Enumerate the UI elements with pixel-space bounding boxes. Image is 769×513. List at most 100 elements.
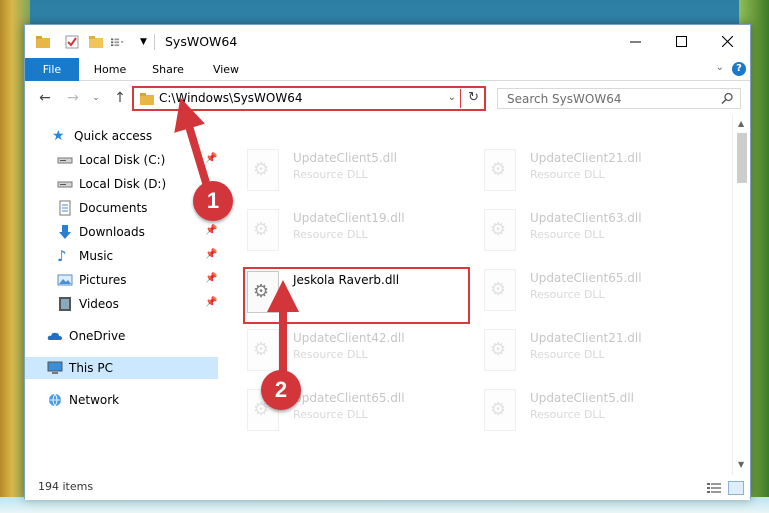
sidebar-item-label: Downloads bbox=[79, 225, 145, 239]
file-item[interactable]: ⚙ UpdateClient5.dll Resource DLL bbox=[456, 385, 686, 435]
file-name: UpdateClient42.dll bbox=[293, 331, 405, 345]
file-type: Resource DLL bbox=[530, 228, 605, 241]
pin-icon[interactable]: 📌 bbox=[205, 153, 217, 164]
window-title: SysWOW64 bbox=[165, 34, 238, 49]
sidebar-item-label: Local Disk (D:) bbox=[79, 177, 167, 191]
file-name: UpdateClient63.dll bbox=[530, 211, 642, 225]
refresh-icon[interactable]: ↻ bbox=[468, 90, 479, 105]
dll-file-icon: ⚙ bbox=[247, 329, 279, 371]
dll-file-icon: ⚙ bbox=[247, 209, 279, 251]
title-bar: ▼ SysWOW64 bbox=[25, 25, 750, 58]
details-view-icon[interactable] bbox=[706, 481, 722, 495]
sidebar-item-label: Local Disk (C:) bbox=[79, 153, 166, 167]
pin-icon[interactable]: 📌 bbox=[205, 249, 217, 260]
file-item[interactable]: ⚙ UpdateClient65.dll Resource DLL bbox=[456, 265, 686, 315]
music-icon: ♪ bbox=[57, 247, 67, 265]
file-name: UpdateClient21.dll bbox=[530, 151, 642, 165]
sidebar-item-this-pc[interactable]: This PC bbox=[25, 357, 218, 379]
address-bar[interactable]: C:\Windows\SysWOW64 ⌄ ↻ bbox=[132, 86, 486, 111]
videos-icon bbox=[57, 296, 73, 312]
file-item[interactable]: ⚙ UpdateClient5.dll Resource DLL bbox=[219, 145, 449, 195]
computer-icon bbox=[47, 360, 63, 376]
navigation-bar: ← → ⌄ ↑ C:\Windows\SysWOW64 ⌄ ↻ Search S… bbox=[25, 81, 750, 115]
sidebar-item-pictures[interactable]: Pictures 📌 bbox=[57, 269, 217, 291]
maximize-icon bbox=[675, 36, 687, 47]
sidebar-item-label: Videos bbox=[79, 297, 119, 311]
close-button[interactable] bbox=[704, 25, 750, 58]
file-type: Resource DLL bbox=[530, 408, 605, 421]
scroll-down-icon[interactable]: ▼ bbox=[738, 460, 744, 469]
minimize-button[interactable] bbox=[612, 25, 658, 58]
minimize-icon bbox=[629, 41, 641, 43]
scroll-thumb[interactable] bbox=[737, 133, 747, 183]
navigation-pane: ★ Quick access Local Disk (C:) 📌 Local D… bbox=[25, 115, 219, 475]
address-dropdown-icon[interactable]: ⌄ bbox=[448, 92, 456, 103]
sidebar-item-local-disk-c[interactable]: Local Disk (C:) 📌 bbox=[57, 149, 217, 171]
pin-icon[interactable]: 📌 bbox=[205, 297, 217, 308]
scroll-up-icon[interactable]: ▲ bbox=[738, 119, 744, 128]
item-count: 194 items bbox=[38, 480, 94, 493]
search-box[interactable]: Search SysWOW64 bbox=[497, 88, 741, 109]
sidebar-item-quick-access[interactable]: ★ Quick access bbox=[52, 125, 152, 147]
file-item[interactable]: ⚙ UpdateClient19.dll Resource DLL bbox=[219, 205, 449, 255]
file-name: UpdateClient19.dll bbox=[293, 211, 405, 225]
drive-icon bbox=[57, 152, 73, 168]
sidebar-item-label: Music bbox=[79, 249, 114, 263]
back-arrow-icon[interactable]: ← bbox=[35, 89, 55, 107]
file-type: Resource DLL bbox=[530, 348, 605, 361]
help-icon[interactable]: ? bbox=[732, 62, 746, 76]
sidebar-item-downloads[interactable]: Downloads 📌 bbox=[57, 221, 217, 243]
file-type: Resource DLL bbox=[530, 288, 605, 301]
sidebar-item-onedrive[interactable]: OneDrive bbox=[47, 325, 125, 347]
file-name: UpdateClient5.dll bbox=[530, 391, 634, 405]
up-arrow-icon[interactable]: ↑ bbox=[110, 89, 130, 107]
sidebar-item-local-disk-d[interactable]: Local Disk (D:) bbox=[57, 173, 166, 195]
star-icon: ★ bbox=[52, 128, 65, 144]
pin-icon[interactable]: 📌 bbox=[205, 273, 217, 284]
folder-icon[interactable] bbox=[36, 35, 50, 49]
sidebar-item-documents[interactable]: Documents bbox=[57, 197, 147, 219]
file-name: UpdateClient5.dll bbox=[293, 151, 397, 165]
step-2-badge: 2 bbox=[261, 370, 301, 410]
tab-view[interactable]: View bbox=[203, 58, 249, 81]
tiles-view-icon[interactable] bbox=[728, 481, 744, 495]
status-bar: 194 items bbox=[25, 475, 750, 500]
sidebar-item-music[interactable]: ♪ Music 📌 bbox=[57, 245, 217, 267]
sidebar-item-label: Quick access bbox=[74, 129, 153, 143]
customize-toolbar-icon[interactable]: ▼ bbox=[140, 37, 154, 51]
tab-home[interactable]: Home bbox=[87, 58, 133, 81]
file-item[interactable]: ⚙ UpdateClient21.dll Resource DLL bbox=[456, 145, 686, 195]
documents-icon bbox=[57, 200, 73, 216]
pin-icon[interactable]: 📌 bbox=[205, 225, 217, 236]
sidebar-item-network[interactable]: Network bbox=[47, 389, 119, 411]
new-folder-icon[interactable] bbox=[89, 35, 103, 49]
file-name: UpdateClient65.dll bbox=[293, 391, 405, 405]
search-icon[interactable] bbox=[721, 92, 734, 105]
file-highlight-box bbox=[243, 267, 470, 324]
file-type: Resource DLL bbox=[293, 408, 368, 421]
forward-arrow-icon[interactable]: → bbox=[63, 89, 83, 107]
address-folder-icon bbox=[140, 93, 154, 105]
maximize-button[interactable] bbox=[658, 25, 704, 58]
tab-file[interactable]: File bbox=[25, 58, 79, 81]
search-input[interactable]: Search SysWOW64 bbox=[507, 92, 621, 106]
vertical-scrollbar[interactable]: ▲ ▼ bbox=[732, 115, 750, 475]
file-item[interactable]: ⚙ UpdateClient63.dll Resource DLL bbox=[456, 205, 686, 255]
sidebar-item-label: Documents bbox=[79, 201, 148, 215]
file-type: Resource DLL bbox=[293, 348, 368, 361]
properties-icon[interactable] bbox=[65, 35, 79, 49]
expand-ribbon-icon[interactable]: ⌄ bbox=[716, 62, 724, 73]
file-item[interactable]: ⚙ UpdateClient42.dll Resource DLL bbox=[219, 325, 449, 375]
view-toggle-icon[interactable] bbox=[111, 35, 125, 49]
sidebar-item-videos[interactable]: Videos 📌 bbox=[57, 293, 217, 315]
tab-share[interactable]: Share bbox=[145, 58, 191, 81]
file-type: Resource DLL bbox=[530, 168, 605, 181]
ribbon-tabs: File Home Share View ⌄ ? bbox=[25, 58, 750, 81]
dll-file-icon: ⚙ bbox=[484, 389, 516, 431]
dll-file-icon: ⚙ bbox=[484, 149, 516, 191]
recent-locations-icon[interactable]: ⌄ bbox=[89, 89, 103, 107]
address-path[interactable]: C:\Windows\SysWOW64 bbox=[159, 91, 303, 105]
file-item[interactable]: ⚙ UpdateClient65.dll Resource DLL bbox=[219, 385, 449, 435]
step-1-badge: 1 bbox=[193, 181, 233, 221]
file-item[interactable]: ⚙ UpdateClient21.dll Resource DLL bbox=[456, 325, 686, 375]
